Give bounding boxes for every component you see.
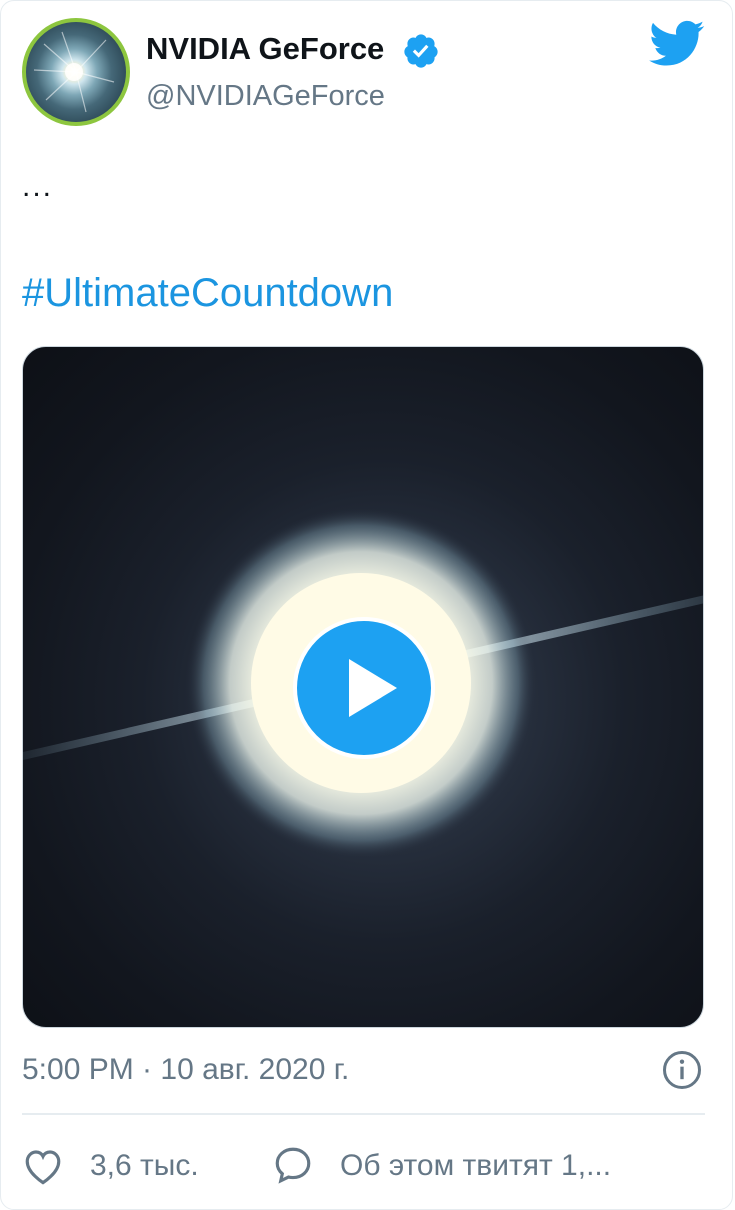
twitter-bird-icon[interactable] (649, 20, 705, 68)
avatar-burst-art (33, 31, 115, 113)
display-name[interactable]: NVIDIA GeForce (146, 30, 384, 68)
info-icon[interactable] (662, 1050, 702, 1090)
reply-summary[interactable]: Об этом твитят 1,... (340, 1148, 611, 1184)
video-player[interactable] (22, 346, 704, 1028)
divider (22, 1113, 705, 1115)
comment-icon[interactable] (272, 1144, 314, 1186)
hashtag-link[interactable]: #UltimateCountdown (22, 268, 393, 318)
heart-icon[interactable] (22, 1146, 64, 1186)
handle[interactable]: @NVIDIAGeForce (146, 78, 385, 114)
like-count[interactable]: 3,6 тыс. (90, 1148, 199, 1184)
timestamp[interactable]: 5:00 PM · 10 авг. 2020 г. (22, 1052, 349, 1088)
play-icon (349, 659, 397, 717)
verified-badge-icon (404, 34, 438, 68)
play-button[interactable] (293, 617, 435, 759)
tweet-text: ... (22, 170, 54, 203)
avatar[interactable] (22, 18, 130, 126)
